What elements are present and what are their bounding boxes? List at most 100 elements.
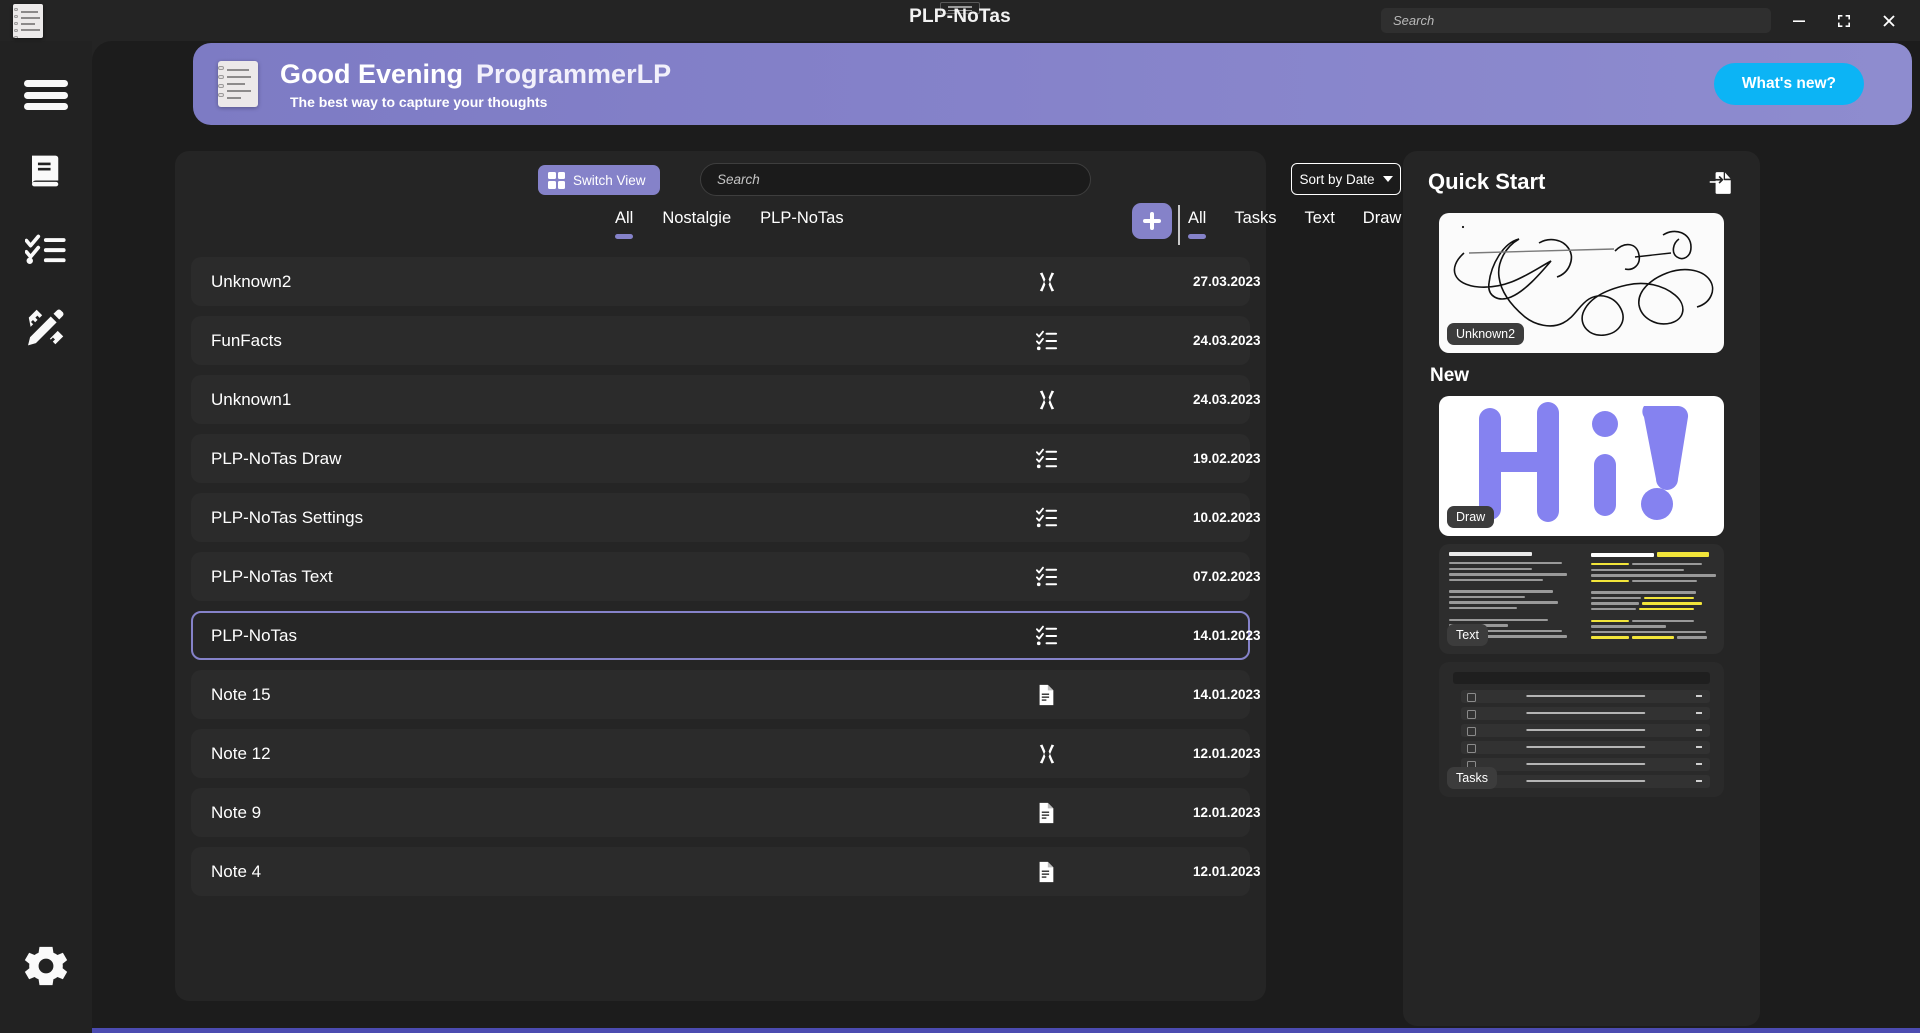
note-title: Note 4 <box>211 862 261 882</box>
text-type-icon <box>1036 684 1058 706</box>
plus-icon <box>1143 212 1161 230</box>
close-button[interactable] <box>1866 0 1912 41</box>
note-row[interactable]: PLP-NoTas Text07.02.2023 <box>191 552 1250 601</box>
tabs-row: All Nostalgie PLP-NoTas All Tasks Text D… <box>175 209 1266 253</box>
quick-card-badge: Unknown2 <box>1447 323 1524 345</box>
sidebar-item-draw[interactable] <box>13 294 79 364</box>
new-section-label: New <box>1430 365 1760 387</box>
tasks-type-icon <box>1036 448 1058 470</box>
note-title: FunFacts <box>211 331 282 351</box>
note-title: Note 9 <box>211 803 261 823</box>
grid-icon <box>548 172 565 189</box>
note-date: 14.01.2023 <box>1193 628 1261 643</box>
tasks-preview-header <box>1453 672 1710 684</box>
quick-start-title: Quick Start <box>1428 169 1545 195</box>
minimize-button[interactable] <box>1776 0 1822 41</box>
note-list: Unknown227.03.2023 FunFacts24.03.2023 Unkn… <box>191 257 1250 906</box>
username-text: ProgrammerLP <box>476 59 671 90</box>
notes-search-input[interactable] <box>700 163 1091 196</box>
text-preview-right-column <box>1591 552 1716 642</box>
note-title: PLP-NoTas Text <box>211 567 333 587</box>
gear-icon <box>19 939 73 998</box>
note-row[interactable]: PLP-NoTas Draw19.02.2023 <box>191 434 1250 483</box>
note-row[interactable]: Note 412.01.2023 <box>191 847 1250 896</box>
note-date: 24.03.2023 <box>1193 333 1261 348</box>
note-date: 27.03.2023 <box>1193 274 1261 289</box>
tasks-type-icon <box>1036 625 1058 647</box>
tasks-type-icon <box>1036 330 1058 352</box>
file-import-icon[interactable] <box>1708 170 1734 196</box>
note-date: 12.01.2023 <box>1193 746 1261 761</box>
draw-type-icon <box>1036 389 1058 411</box>
hamburger-menu-icon <box>24 80 68 110</box>
quick-card-badge: Text <box>1447 624 1488 646</box>
note-date: 12.01.2023 <box>1193 864 1261 879</box>
note-title: PLP-NoTas <box>211 626 297 646</box>
tab-category-plp-notas[interactable]: PLP-NoTas <box>760 209 843 239</box>
note-title: PLP-NoTas Settings <box>211 508 363 528</box>
quick-start-panel: Quick Start <box>1403 151 1760 1026</box>
left-sidebar <box>0 0 92 1033</box>
quick-start-header: Quick Start <box>1403 151 1760 213</box>
type-tabs: All Tasks Text Draw <box>1188 209 1401 239</box>
tab-category-nostalgie[interactable]: Nostalgie <box>662 209 731 239</box>
chevron-down-icon <box>1383 176 1393 182</box>
note-date: 19.02.2023 <box>1193 451 1261 466</box>
main-content: Good Evening ProgrammerLP The best way t… <box>92 41 1920 1033</box>
quick-card-badge: Draw <box>1447 506 1494 528</box>
quick-card-tasks[interactable]: Tasks <box>1439 662 1724 797</box>
note-title: Note 12 <box>211 744 271 764</box>
note-row[interactable]: Note 912.01.2023 <box>191 788 1250 837</box>
note-row[interactable]: PLP-NoTas Settings10.02.2023 <box>191 493 1250 542</box>
whats-new-button[interactable]: What's new? <box>1714 63 1864 105</box>
category-tabs: All Nostalgie PLP-NoTas <box>615 209 844 239</box>
sort-label: Sort by Date <box>1299 172 1374 187</box>
note-title: Unknown1 <box>211 390 291 410</box>
horizontal-scrollbar[interactable] <box>0 1028 1920 1033</box>
sidebar-item-menu[interactable] <box>13 60 79 130</box>
pencil-ruler-icon <box>24 305 68 354</box>
tab-type-all[interactable]: All <box>1188 209 1206 239</box>
sidebar-item-settings[interactable] <box>13 933 79 1003</box>
tab-category-all[interactable]: All <box>615 209 633 239</box>
banner-subtitle: The best way to capture your thoughts <box>290 94 671 110</box>
tab-divider <box>1178 205 1180 245</box>
switch-view-label: Switch View <box>573 173 646 188</box>
tab-type-draw[interactable]: Draw <box>1363 209 1402 239</box>
note-row[interactable]: PLP-NoTas14.01.2023 <box>191 611 1250 660</box>
sidebar-item-tasks[interactable] <box>13 216 79 286</box>
app-logo-icon <box>13 4 43 38</box>
tasks-type-icon <box>1036 507 1058 529</box>
sort-dropdown[interactable]: Sort by Date <box>1291 163 1401 195</box>
tab-type-tasks[interactable]: Tasks <box>1234 209 1276 239</box>
add-note-button[interactable] <box>1132 203 1172 239</box>
note-row[interactable]: Unknown227.03.2023 <box>191 257 1250 306</box>
note-title: PLP-NoTas Draw <box>211 449 341 469</box>
notes-panel: Switch View Sort by Date All Nostalgie P… <box>175 151 1266 1001</box>
app-window: PLP-NoTas <box>0 0 1920 1033</box>
note-date: 12.01.2023 <box>1193 805 1261 820</box>
tab-type-text[interactable]: Text <box>1305 209 1335 239</box>
notes-toolbar: Switch View Sort by Date <box>175 151 1266 209</box>
note-row[interactable]: Unknown124.03.2023 <box>191 375 1250 424</box>
note-title: Unknown2 <box>211 272 291 292</box>
draw-type-icon <box>1036 743 1058 765</box>
restore-button[interactable] <box>1821 0 1867 41</box>
quick-card-recent[interactable]: Unknown2 <box>1439 213 1724 353</box>
quick-card-text[interactable]: Text <box>1439 544 1724 654</box>
note-row[interactable]: FunFacts24.03.2023 <box>191 316 1250 365</box>
note-row[interactable]: Note 1514.01.2023 <box>191 670 1250 719</box>
tasks-preview-rows <box>1461 690 1710 792</box>
note-row[interactable]: Note 1212.01.2023 <box>191 729 1250 778</box>
banner-note-icon <box>218 61 258 107</box>
tasks-type-icon <box>1036 566 1058 588</box>
switch-view-button[interactable]: Switch View <box>538 165 660 195</box>
text-type-icon <box>1036 861 1058 883</box>
checklist-icon <box>25 232 67 271</box>
global-search-input[interactable] <box>1381 8 1771 33</box>
title-bar: PLP-NoTas <box>0 0 1920 41</box>
quick-card-draw[interactable]: Draw <box>1439 396 1724 536</box>
sidebar-item-notes[interactable] <box>13 138 79 208</box>
quick-card-badge: Tasks <box>1447 767 1497 789</box>
window-title: PLP-NoTas <box>909 6 1011 28</box>
